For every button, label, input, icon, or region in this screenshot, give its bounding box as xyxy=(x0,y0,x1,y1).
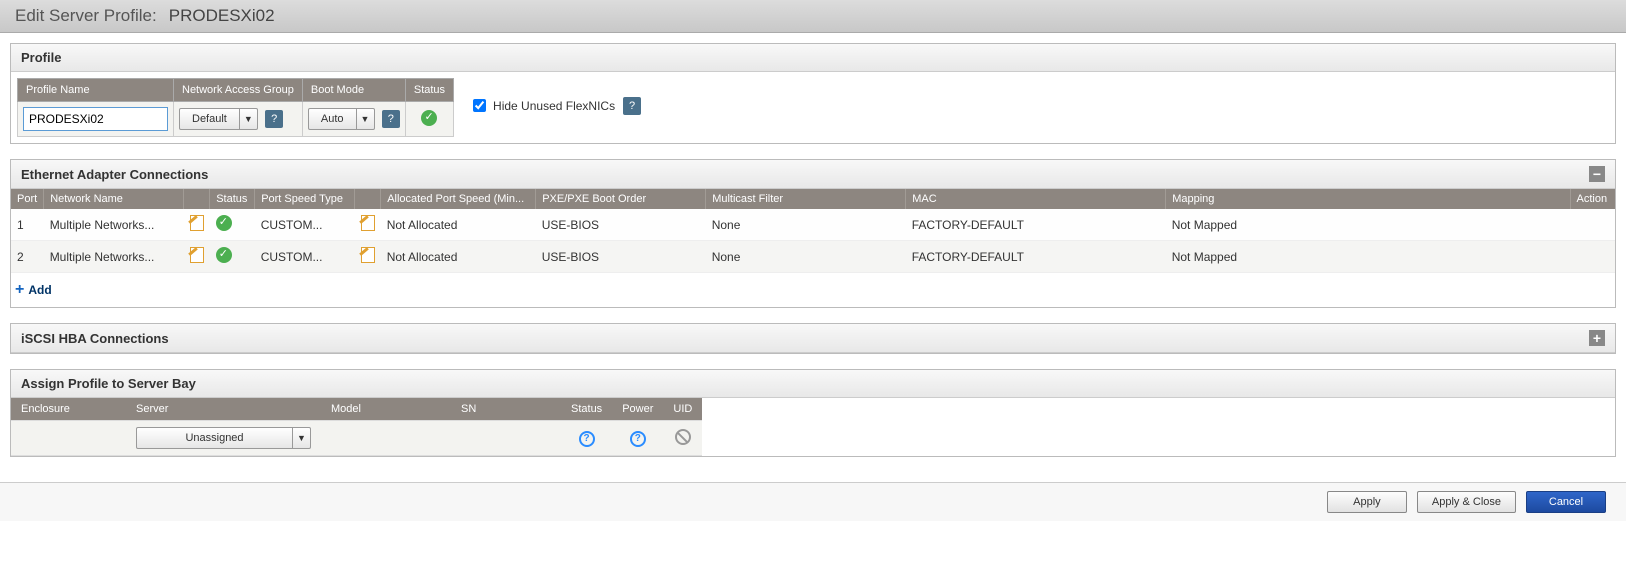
assign-title: Assign Profile to Server Bay xyxy=(21,376,196,391)
status-header: Status xyxy=(405,79,453,102)
boot-dropdown[interactable]: Auto ▼ xyxy=(308,108,375,130)
hide-flexnics-checkbox[interactable] xyxy=(473,99,486,112)
iscsi-title: iSCSI HBA Connections xyxy=(21,331,169,346)
nag-header: Network Access Group xyxy=(174,79,303,102)
pxe-header: PXE/PXE Boot Order xyxy=(536,189,706,209)
help-icon[interactable]: ? xyxy=(265,110,283,128)
power-header: Power xyxy=(612,398,663,421)
chevron-down-icon: ▼ xyxy=(356,109,374,129)
status-ok-icon xyxy=(216,215,232,231)
ethernet-panel: Ethernet Adapter Connections − Port Netw… xyxy=(10,159,1616,308)
profile-table: Profile Name Network Access Group Boot M… xyxy=(17,78,454,137)
action-header: Action xyxy=(1570,189,1615,209)
assign-panel: Assign Profile to Server Bay Enclosure S… xyxy=(10,369,1616,457)
profile-name-input[interactable] xyxy=(23,107,168,131)
mcast-header: Multicast Filter xyxy=(706,189,906,209)
footer: Apply Apply & Close Cancel xyxy=(0,482,1626,521)
ethernet-panel-header: Ethernet Adapter Connections − xyxy=(11,160,1615,189)
network-header: Network Name xyxy=(44,189,184,209)
iscsi-panel-header: iSCSI HBA Connections + xyxy=(11,324,1615,353)
edit-header xyxy=(184,189,210,209)
ethernet-table: Port Network Name Status Port Speed Type… xyxy=(11,189,1615,273)
speed-type-header: Port Speed Type xyxy=(255,189,355,209)
status-ok-icon xyxy=(216,247,232,263)
iscsi-panel: iSCSI HBA Connections + xyxy=(10,323,1616,354)
profile-name-header: Profile Name xyxy=(18,79,174,102)
server-dropdown[interactable]: Unassigned ▼ xyxy=(136,427,311,449)
edit-icon[interactable] xyxy=(190,215,204,231)
assign-panel-header: Assign Profile to Server Bay xyxy=(11,370,1615,398)
nag-dropdown[interactable]: Default ▼ xyxy=(179,108,258,130)
status-ok-icon xyxy=(421,110,437,126)
edit2-header xyxy=(355,189,381,209)
status-header: Status xyxy=(210,189,255,209)
alloc-header: Allocated Port Speed (Min... xyxy=(381,189,536,209)
assign-table: Enclosure Server Model SN Status Power U… xyxy=(11,398,702,456)
apply-close-button[interactable]: Apply & Close xyxy=(1417,491,1516,513)
help-icon[interactable]: ? xyxy=(382,110,400,128)
mac-header: MAC xyxy=(906,189,1166,209)
port-header: Port xyxy=(11,189,44,209)
profile-title: Profile xyxy=(21,50,61,65)
expand-icon[interactable]: + xyxy=(1589,330,1605,346)
uid-header: UID xyxy=(663,398,702,421)
status-unknown-icon xyxy=(630,431,646,447)
title-label: Edit Server Profile: xyxy=(15,6,157,26)
profile-panel-header: Profile xyxy=(11,44,1615,72)
edit-icon[interactable] xyxy=(190,247,204,263)
model-header: Model xyxy=(321,398,451,421)
edit-icon[interactable] xyxy=(361,247,375,263)
collapse-icon[interactable]: − xyxy=(1589,166,1605,182)
table-row[interactable]: 1 Multiple Networks... CUSTOM... Not All… xyxy=(11,209,1615,241)
boot-header: Boot Mode xyxy=(302,79,405,102)
chevron-down-icon: ▼ xyxy=(239,109,257,129)
titlebar: Edit Server Profile: PRODESXi02 xyxy=(0,0,1626,33)
edit-icon[interactable] xyxy=(361,215,375,231)
table-row[interactable]: 2 Multiple Networks... CUSTOM... Not All… xyxy=(11,241,1615,273)
table-row: Unassigned ▼ xyxy=(11,421,702,456)
ethernet-title: Ethernet Adapter Connections xyxy=(21,167,208,182)
status-unknown-icon xyxy=(579,431,595,447)
mapping-header: Mapping xyxy=(1166,189,1570,209)
server-header: Server xyxy=(126,398,321,421)
profile-panel: Profile Profile Name Network Access Grou… xyxy=(10,43,1616,144)
chevron-down-icon: ▼ xyxy=(292,428,310,448)
plus-icon: + xyxy=(15,281,24,299)
enclosure-header: Enclosure xyxy=(11,398,126,421)
sn-header: SN xyxy=(451,398,561,421)
title-name: PRODESXi02 xyxy=(169,6,275,26)
cancel-button[interactable]: Cancel xyxy=(1526,491,1606,513)
help-icon[interactable]: ? xyxy=(623,97,641,115)
apply-button[interactable]: Apply xyxy=(1327,491,1407,513)
disabled-icon xyxy=(675,429,691,445)
add-connection-button[interactable]: + Add xyxy=(11,273,1615,307)
hide-flexnics-label: Hide Unused FlexNICs xyxy=(493,99,615,113)
status-header: Status xyxy=(561,398,612,421)
